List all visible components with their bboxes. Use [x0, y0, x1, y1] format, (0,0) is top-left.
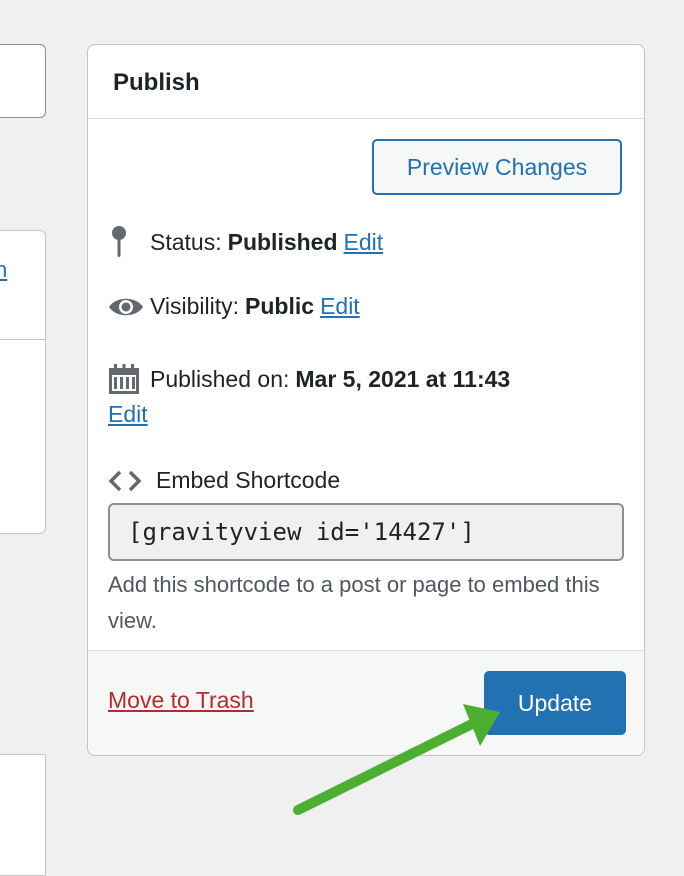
visibility-row: Visibility: Public Edit [108, 293, 360, 320]
shortcode-input[interactable] [108, 503, 624, 561]
left-panel-middle: n [0, 230, 46, 534]
published-on-value: Mar 5, 2021 at 11:43 [295, 365, 511, 392]
calendar-icon [108, 363, 150, 395]
publish-panel: Publish Preview Changes Status: Publishe… [87, 44, 645, 756]
visibility-label: Visibility: [150, 293, 240, 319]
eye-icon [108, 295, 150, 319]
shortcode-help-text: Add this shortcode to a post or page to … [108, 572, 600, 633]
status-row: Status: Published Edit [108, 225, 383, 259]
status-label: Status: [150, 228, 222, 255]
published-on-label: Published on: [150, 365, 290, 392]
embed-shortcode-label-row: Embed Shortcode [108, 467, 340, 494]
publish-panel-header: Publish [88, 45, 644, 119]
published-on-row: Published on: Mar 5, 2021 at 11:43 [108, 363, 516, 395]
pin-icon [108, 225, 150, 259]
publish-panel-footer: Move to Trash Update [88, 650, 644, 755]
left-panel-divider [0, 339, 45, 340]
visibility-value: Public [245, 293, 315, 319]
move-to-trash-link[interactable]: Move to Trash [108, 687, 254, 714]
preview-changes-button[interactable]: Preview Changes [372, 139, 622, 195]
left-panel-link-fragment[interactable]: n [0, 257, 7, 283]
status-edit-link[interactable]: Edit [344, 229, 384, 256]
left-panel-bottom [0, 754, 46, 876]
embed-shortcode-label: Embed Shortcode [156, 467, 341, 493]
panel-title: Publish [113, 69, 200, 96]
left-panel-top [0, 44, 46, 118]
update-button[interactable]: Update [484, 671, 626, 735]
published-on-edit-link[interactable]: Edit [108, 401, 148, 428]
status-value: Published [227, 228, 338, 255]
visibility-edit-link[interactable]: Edit [320, 293, 360, 320]
code-icon [108, 470, 156, 492]
